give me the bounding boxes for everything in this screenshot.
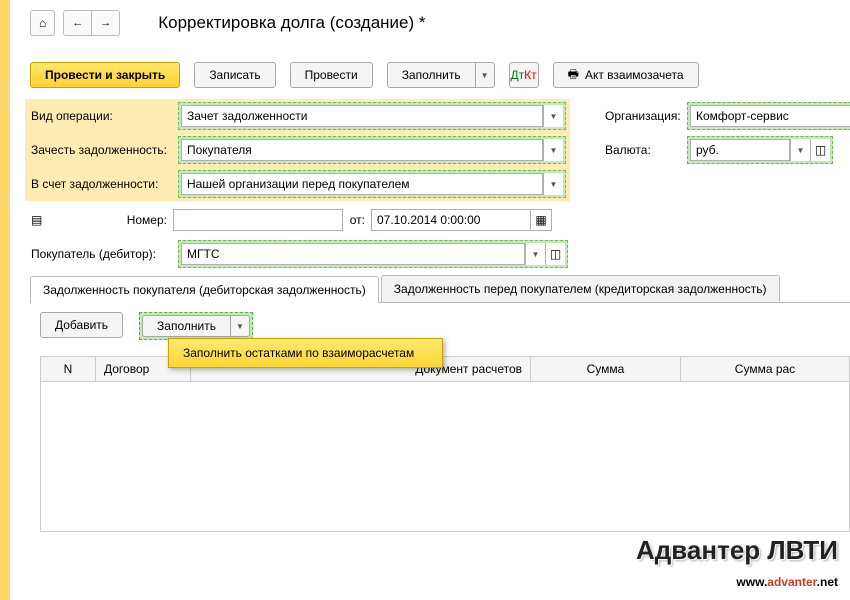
against-label: В счет задолженности: <box>25 177 178 191</box>
org-label: Организация: <box>599 109 687 123</box>
forward-button[interactable]: → <box>91 10 120 36</box>
currency-dropdown[interactable]: ▼ <box>790 139 810 161</box>
main-toolbar: Провести и закрыть Записать Провести Зап… <box>30 62 699 88</box>
dtkt-icon: ДтКт <box>511 68 537 82</box>
post-and-close-button[interactable]: Провести и закрыть <box>30 62 180 88</box>
arrow-left-icon: ← <box>72 17 83 29</box>
chevron-down-icon: ▼ <box>550 146 558 155</box>
note-icon[interactable]: ▤ <box>25 213 43 227</box>
col-n[interactable]: N <box>41 357 96 381</box>
tabs: Задолженность покупателя (дебиторская за… <box>30 275 850 303</box>
watermark-line2: www.advanter.net <box>636 566 838 592</box>
back-button[interactable]: ← <box>63 10 91 36</box>
page-title: Корректировка долга (создание) * <box>158 13 425 33</box>
calendar-button[interactable]: ▦ <box>530 209 552 231</box>
watermark-www: www. <box>736 575 767 589</box>
chevron-down-icon: ▼ <box>550 180 558 189</box>
chevron-down-icon: ▼ <box>797 146 805 155</box>
tab-debtor[interactable]: Задолженность покупателя (дебиторская за… <box>30 276 379 303</box>
app-left-bar <box>0 0 10 600</box>
buyer-open[interactable]: ◫ <box>545 243 565 265</box>
buyer-dropdown[interactable]: ▼ <box>525 243 545 265</box>
against-field[interactable]: Нашей организации перед покупателем <box>181 173 543 195</box>
op-type-field[interactable]: Зачет задолженности <box>181 105 543 127</box>
tab-fill-button[interactable]: Заполнить <box>142 315 230 337</box>
offset-dropdown[interactable]: ▼ <box>543 139 563 161</box>
number-field[interactable] <box>173 209 343 231</box>
op-type-dropdown[interactable]: ▼ <box>543 105 563 127</box>
watermark: Адвантер ЛВТИ www.advanter.net <box>636 535 838 592</box>
buyer-field[interactable]: МГТС <box>181 243 525 265</box>
arrow-right-icon: → <box>100 17 111 29</box>
act-label: Акт взаимозачета <box>585 68 684 82</box>
date-field[interactable]: 07.10.2014 0:00:00 <box>371 209 531 231</box>
watermark-adv: advanter <box>767 575 816 589</box>
op-type-label: Вид операции: <box>25 109 178 123</box>
calendar-icon: ▦ <box>535 213 546 227</box>
act-button[interactable]: 🖶 Акт взаимозачета <box>553 62 699 88</box>
home-icon: ⌂ <box>39 16 46 30</box>
save-button[interactable]: Записать <box>194 62 275 88</box>
data-table: N Договор Документ расчетов Сумма Сумма … <box>40 356 850 532</box>
dtkt-button[interactable]: ДтКт <box>509 62 539 88</box>
offset-label: Зачесть задолженность: <box>25 143 178 157</box>
chevron-down-icon: ▼ <box>550 112 558 121</box>
tab-fill-dropdown[interactable]: ▼ <box>230 315 250 337</box>
print-icon: 🖶 <box>568 65 579 86</box>
number-label: Номер: <box>43 213 173 227</box>
fill-dropdown[interactable]: ▼ <box>475 62 495 88</box>
buyer-label: Покупатель (дебитор): <box>25 247 178 261</box>
chevron-down-icon: ▼ <box>532 250 540 259</box>
open-icon: ◫ <box>815 143 826 157</box>
org-field[interactable]: Комфорт-сервис <box>690 105 850 127</box>
col-sum[interactable]: Сумма <box>531 357 681 381</box>
fill-balances-menuitem[interactable]: Заполнить остатками по взаиморасчетам <box>168 338 443 368</box>
open-icon: ◫ <box>550 247 561 261</box>
currency-label: Валюта: <box>599 143 687 157</box>
against-dropdown[interactable]: ▼ <box>543 173 563 195</box>
currency-field[interactable]: руб. <box>690 139 790 161</box>
watermark-line1: Адвантер ЛВТИ <box>636 535 838 566</box>
home-button[interactable]: ⌂ <box>30 10 55 36</box>
col-sum-calc[interactable]: Сумма рас <box>681 357 849 381</box>
chevron-down-icon: ▼ <box>236 322 244 331</box>
add-button[interactable]: Добавить <box>40 312 123 338</box>
tab-fill-split[interactable]: Заполнить ▼ <box>142 315 250 337</box>
post-button[interactable]: Провести <box>290 62 373 88</box>
tab-toolbar: Добавить Заполнить ▼ <box>40 312 253 340</box>
form-area: Вид операции: Зачет задолженности ▼ Заче… <box>25 99 850 271</box>
currency-open[interactable]: ◫ <box>810 139 830 161</box>
table-header: N Договор Документ расчетов Сумма Сумма … <box>40 356 850 382</box>
topbar: ⌂ ← → Корректировка долга (создание) * <box>30 10 426 36</box>
tab-creditor[interactable]: Задолженность перед покупателем (кредито… <box>381 275 780 302</box>
fill-button[interactable]: Заполнить <box>387 62 475 88</box>
table-body[interactable] <box>40 382 850 532</box>
chevron-down-icon: ▼ <box>481 71 489 80</box>
from-label: от: <box>343 213 371 227</box>
offset-field[interactable]: Покупателя <box>181 139 543 161</box>
watermark-net: .net <box>817 575 838 589</box>
fill-split-button[interactable]: Заполнить ▼ <box>387 62 495 88</box>
